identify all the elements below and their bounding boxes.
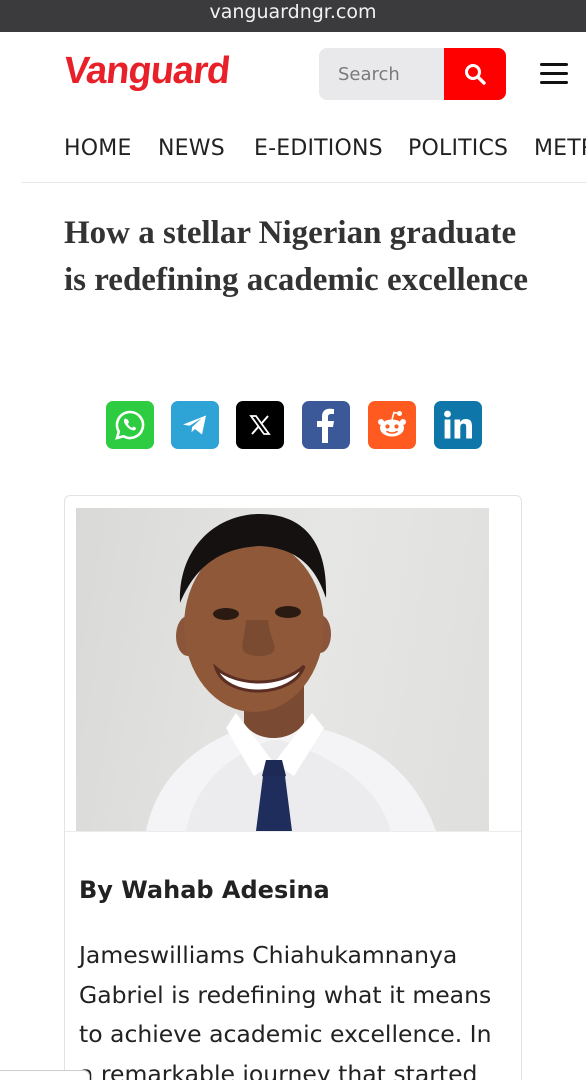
share-telegram-button[interactable]: [171, 401, 219, 449]
bottom-corner-tab[interactable]: [0, 1070, 90, 1080]
whatsapp-icon: [115, 410, 145, 440]
browser-url-bar[interactable]: vanguardngr.com: [0, 0, 586, 32]
telegram-icon: [183, 415, 206, 435]
main-nav: HOME NEWS E-EDITIONS POLITICS METRO: [0, 132, 586, 172]
share-linkedin-button[interactable]: [434, 401, 482, 449]
article-title: How a stellar Nigerian graduate is redef…: [64, 215, 529, 298]
nav-item-e-editions[interactable]: E-EDITIONS: [254, 136, 383, 161]
article-byline: By Wahab Adesina: [79, 876, 330, 904]
share-facebook-button[interactable]: [302, 401, 350, 449]
search-form: [319, 48, 506, 100]
photo-divider: [65, 831, 521, 832]
search-button[interactable]: [444, 48, 506, 100]
share-x-button[interactable]: [236, 401, 284, 449]
share-whatsapp-button[interactable]: [106, 401, 154, 449]
nav-item-news[interactable]: NEWS: [158, 136, 225, 161]
site-header: Vanguard: [0, 32, 586, 116]
facebook-icon: [317, 408, 334, 443]
article-photo: [76, 508, 489, 831]
article-body: Jameswilliams Chiahukamnanya Gabriel is …: [79, 941, 492, 1080]
article-card: By Wahab Adesina Jameswilliams Chiahukam…: [64, 495, 522, 1080]
reddit-icon: [378, 411, 406, 437]
hamburger-icon: [540, 63, 568, 66]
linkedin-icon: [444, 410, 472, 439]
nav-item-home[interactable]: HOME: [64, 136, 132, 161]
search-icon: [465, 64, 486, 85]
vanguard-logo[interactable]: Vanguard: [62, 50, 232, 93]
hamburger-icon-line: [540, 81, 568, 84]
nav-item-metro[interactable]: METRO: [534, 136, 586, 161]
url-text: vanguardngr.com: [209, 1, 377, 23]
nav-divider: [22, 182, 586, 183]
nav-item-politics[interactable]: POLITICS: [408, 136, 508, 161]
hamburger-icon-line: [540, 72, 568, 75]
share-reddit-button[interactable]: [368, 401, 416, 449]
x-icon: [249, 415, 271, 435]
search-input[interactable]: [319, 48, 445, 100]
menu-button[interactable]: [540, 63, 570, 87]
portrait-illustration: [146, 514, 436, 831]
